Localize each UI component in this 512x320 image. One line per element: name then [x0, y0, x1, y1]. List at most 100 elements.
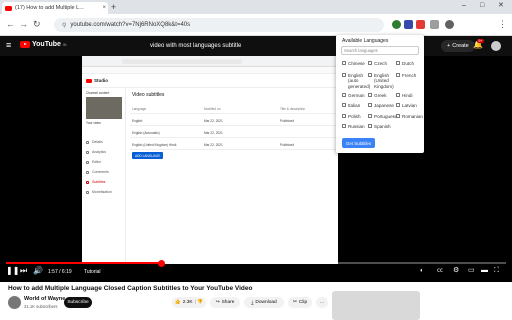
forward-icon[interactable]: →: [19, 18, 28, 30]
studio-sidebar-editor[interactable]: Editor: [86, 160, 101, 164]
language-label: Spanish: [374, 123, 391, 129]
back-icon[interactable]: ←: [6, 18, 15, 30]
checkbox[interactable]: [368, 114, 372, 118]
maximize-button[interactable]: □: [480, 1, 484, 11]
studio-logo: Studio: [86, 78, 108, 83]
checkbox[interactable]: [396, 61, 400, 65]
youtube-search-input[interactable]: video with most languages subtitle: [150, 39, 325, 52]
studio-sidebar-subtitles[interactable]: Subtitles: [86, 180, 105, 184]
checkbox[interactable]: [342, 93, 346, 97]
checkbox[interactable]: [396, 114, 400, 118]
row-modified: Mar 22, 2021: [204, 143, 223, 147]
checkbox[interactable]: [396, 103, 400, 107]
volume-icon[interactable]: 🔊: [33, 266, 43, 276]
pause-icon[interactable]: ❚❚: [6, 266, 19, 276]
address-bar[interactable]: ⚲ youtube.com/watch?v=7Nj6RNoXQ8k&t=40s: [54, 18, 384, 32]
download-label: Download: [255, 300, 277, 305]
language-label: English (auto generated): [348, 72, 371, 89]
next-icon[interactable]: ⏭: [20, 266, 27, 276]
language-label: Czech: [374, 60, 388, 66]
studio-sidebar-monetisation[interactable]: Monetisation: [86, 190, 112, 194]
site-info-icon[interactable]: ⚲: [62, 22, 66, 29]
download-button[interactable]: ⤓ Download: [244, 297, 284, 308]
scissors-icon: ✂: [292, 300, 297, 305]
subscribe-button[interactable]: Subscribe: [64, 297, 92, 308]
progress-scrubber-handle[interactable]: [157, 259, 165, 267]
video-player[interactable]: Studio Channel content Your video Detail…: [0, 56, 512, 282]
table-row[interactable]: English (United Kingdom) Hindi Mar 22, 2…: [130, 140, 336, 150]
more-actions-button[interactable]: ...: [316, 297, 328, 308]
checkbox[interactable]: [342, 103, 346, 107]
checkbox[interactable]: [342, 73, 346, 77]
language-search-input[interactable]: Search languages: [341, 46, 419, 55]
extensions-puzzle-icon[interactable]: [430, 20, 439, 29]
create-button[interactable]: + Create: [441, 40, 475, 52]
studio-sidebar-details[interactable]: Details: [86, 140, 103, 144]
profile-avatar[interactable]: [445, 20, 454, 29]
available-languages-panel: Available Languages Search languages Chi…: [336, 35, 424, 153]
browser-menu-icon[interactable]: ⋮: [498, 18, 507, 30]
chapter-title[interactable]: Tutorial: [84, 267, 101, 277]
checkbox[interactable]: [396, 93, 400, 97]
studio-logo-icon: [86, 78, 92, 83]
table-row[interactable]: English Mar 22, 2021 Published: [130, 116, 336, 126]
hamburger-menu-icon[interactable]: ≡: [6, 40, 11, 50]
account-avatar[interactable]: [491, 41, 501, 51]
checkbox[interactable]: [342, 61, 346, 65]
get-subtitles-button[interactable]: Get Subtitles: [342, 138, 375, 148]
studio-url-bar: [122, 59, 242, 64]
checkbox[interactable]: [368, 73, 372, 77]
language-label: Chinese: [348, 60, 365, 66]
time-display: 1:57 / 6:19: [48, 269, 72, 275]
checkbox[interactable]: [368, 124, 372, 128]
settings-gear-icon[interactable]: ⚙: [453, 266, 459, 276]
dislike-icon[interactable]: | 👎: [195, 300, 204, 305]
language-label: Romanian: [402, 113, 423, 119]
studio-sidebar-label: Editor: [92, 160, 102, 164]
browser-tab[interactable]: (17) How to add Multiple L... ×: [2, 2, 108, 14]
checkbox[interactable]: [396, 73, 400, 77]
youtube-logo[interactable]: YouTube IN: [20, 41, 66, 48]
window-close-button[interactable]: ✕: [498, 1, 504, 11]
subtitles-icon: [86, 180, 89, 184]
checkbox[interactable]: [368, 61, 372, 65]
new-tab-button[interactable]: +: [111, 2, 116, 12]
studio-sidebar-analytics[interactable]: Analytics: [86, 150, 106, 154]
language-label: Greek: [374, 92, 387, 98]
channel-name[interactable]: World of Wayne: [24, 296, 65, 302]
extension-green-icon[interactable]: [392, 20, 401, 29]
studio-sidebar-label: Comments: [92, 170, 109, 174]
language-label: Russian: [348, 123, 365, 129]
like-button[interactable]: 👍 2.3K | 👎: [172, 297, 206, 308]
row-status: Published: [280, 119, 294, 123]
clip-button[interactable]: ✂ Clip: [288, 297, 312, 308]
fullscreen-icon[interactable]: ⛶: [494, 266, 499, 276]
minimize-button[interactable]: –: [462, 1, 466, 11]
reload-icon[interactable]: ↻: [33, 18, 41, 30]
miniplayer-icon[interactable]: ▭: [468, 266, 475, 276]
tab-close-icon[interactable]: ×: [102, 5, 108, 11]
extension-subtitles-icon[interactable]: [416, 20, 425, 29]
share-button[interactable]: ↪ Share: [210, 297, 240, 308]
studio-sidebar-comments[interactable]: Comments: [86, 170, 109, 174]
studio-header: Studio: [82, 74, 338, 88]
header-language: Language: [132, 107, 147, 111]
details-icon: [86, 140, 89, 144]
studio-your-video: Your video: [86, 121, 101, 125]
recommended-video-thumbnail[interactable]: [332, 291, 420, 320]
theater-mode-icon[interactable]: ▬: [481, 266, 488, 276]
youtube-country-code: IN: [62, 42, 67, 47]
channel-avatar[interactable]: [8, 296, 21, 309]
studio-sidebar-label: Details: [92, 140, 103, 144]
autoplay-toggle[interactable]: ◐: [420, 266, 424, 276]
share-icon: ↪: [215, 300, 220, 305]
checkbox[interactable]: [368, 93, 372, 97]
notification-count-badge: 9+: [477, 39, 484, 43]
checkbox[interactable]: [342, 124, 346, 128]
table-row[interactable]: English (Automatic) Mar 22, 2021: [130, 128, 336, 138]
extension-blue-icon[interactable]: [404, 20, 413, 29]
subtitles-cc-icon[interactable]: ㏄: [437, 266, 443, 276]
checkbox[interactable]: [342, 114, 346, 118]
studio-sidebar-label: Subtitles: [92, 180, 106, 184]
checkbox[interactable]: [368, 103, 372, 107]
